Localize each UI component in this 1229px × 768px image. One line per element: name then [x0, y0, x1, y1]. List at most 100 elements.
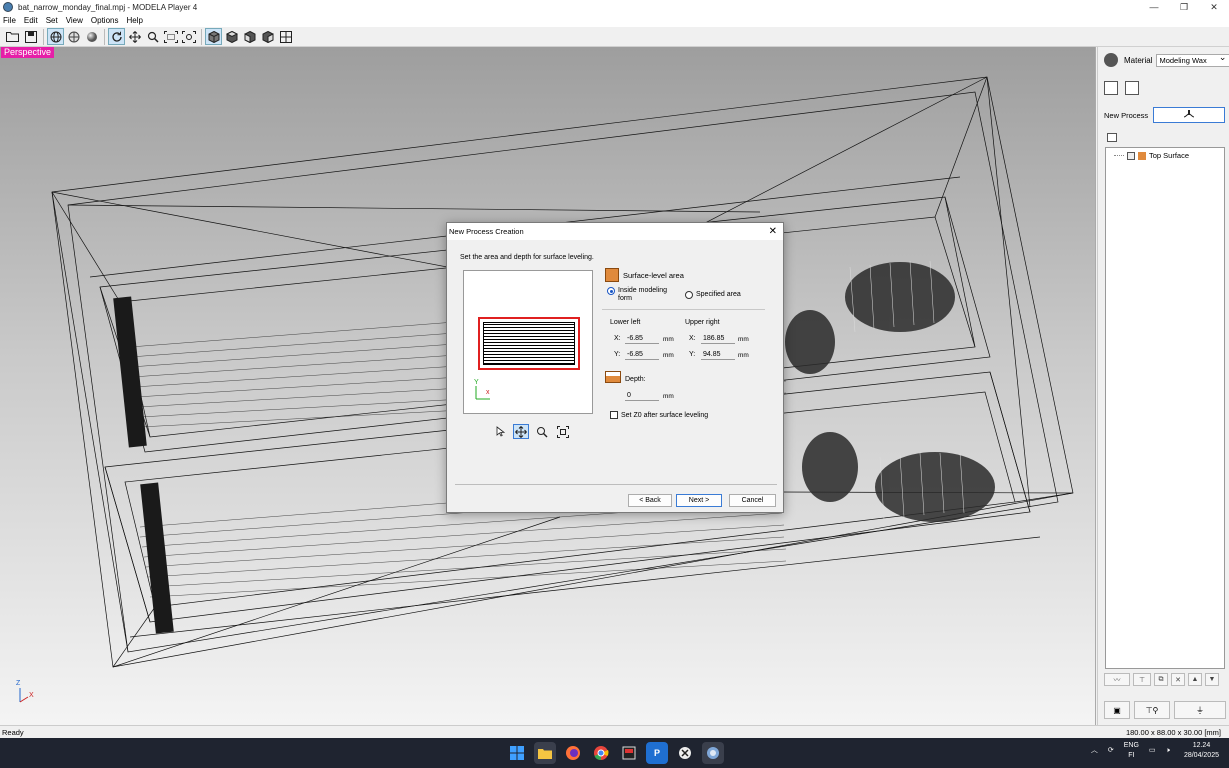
- cut-icon[interactable]: ⏚: [1174, 701, 1226, 719]
- view-iso-cube-icon[interactable]: [205, 28, 222, 45]
- next-button[interactable]: Next >: [676, 494, 722, 507]
- toolbar-separator: [43, 28, 44, 45]
- toolbar: [0, 27, 1229, 47]
- mesh-sphere-icon[interactable]: [65, 28, 82, 45]
- set-z0-option[interactable]: Set Z0 after surface leveling: [610, 411, 708, 419]
- lower-left-y-field[interactable]: -6.85: [625, 349, 659, 360]
- tree-item-label: Top Surface: [1149, 151, 1190, 160]
- menu-set[interactable]: Set: [46, 16, 58, 25]
- option-specified-area[interactable]: Specified area: [685, 291, 741, 299]
- divider: [602, 309, 765, 310]
- view-top-cube-icon[interactable]: [223, 28, 240, 45]
- path-preview-icon[interactable]: 〰: [1104, 673, 1130, 686]
- material-select[interactable]: Modeling Wax: [1156, 52, 1229, 67]
- dialog-close-button[interactable]: ✕: [769, 226, 777, 237]
- maximize-button[interactable]: ❐: [1169, 0, 1199, 14]
- minimize-button[interactable]: —: [1139, 0, 1169, 14]
- show-hidden-icons-icon[interactable]: ︿: [1091, 746, 1098, 756]
- tool-settings-icon[interactable]: ⊤: [1133, 673, 1151, 686]
- back-button[interactable]: < Back: [628, 494, 672, 507]
- app-icon-red[interactable]: [618, 742, 640, 764]
- model-orientation-icon[interactable]: [1125, 81, 1139, 95]
- area-preview[interactable]: Y x: [463, 270, 593, 414]
- close-button[interactable]: ✕: [1199, 0, 1229, 14]
- layer-icon: [1127, 151, 1135, 160]
- language-indicator[interactable]: ENG FI: [1124, 741, 1139, 761]
- sync-icon[interactable]: ⟳: [1108, 746, 1114, 756]
- area-selection-frame[interactable]: [478, 317, 580, 370]
- copy-icon[interactable]: ⧉: [1154, 673, 1168, 686]
- start-icon[interactable]: [506, 742, 528, 764]
- chrome-icon[interactable]: [590, 742, 612, 764]
- preview-cut-icon[interactable]: ▣: [1104, 701, 1130, 719]
- tree-item-top-surface[interactable]: Top Surface: [1114, 151, 1189, 160]
- app-icon-dark[interactable]: [674, 742, 696, 764]
- file-explorer-icon[interactable]: [534, 742, 556, 764]
- move-up-icon[interactable]: ▲: [1188, 673, 1202, 686]
- tree-actions: 〰 ⊤ ⧉ ✕ ▲ ▼: [1104, 673, 1226, 687]
- depth-label: Depth:: [625, 376, 646, 383]
- network-icon[interactable]: ▭: [1149, 746, 1156, 756]
- taskbar: P ︿ ⟳ ENG FI ▭ 🕨 12.24 28/04/2025: [0, 738, 1229, 768]
- firefox-icon[interactable]: [562, 742, 584, 764]
- region-code: FI: [1128, 752, 1135, 759]
- unit-label: mm: [663, 336, 674, 343]
- model-settings-icon[interactable]: [1104, 81, 1118, 95]
- pan-icon[interactable]: [513, 424, 529, 439]
- tree-connector: [1114, 155, 1124, 156]
- zoom-icon[interactable]: [534, 424, 550, 439]
- cancel-button[interactable]: Cancel: [729, 494, 776, 507]
- clock-time: 12.24: [1192, 742, 1211, 749]
- view-grid-icon[interactable]: [277, 28, 294, 45]
- view-front-cube-icon[interactable]: [241, 28, 258, 45]
- new-process-label: New Process: [1104, 111, 1149, 120]
- dialog-divider: [455, 484, 777, 485]
- menu-options[interactable]: Options: [91, 16, 119, 25]
- section-title: Surface-level area: [623, 270, 684, 280]
- tool-inspect-icon[interactable]: ⊤⚲: [1134, 701, 1170, 719]
- save-icon[interactable]: [22, 28, 39, 45]
- move-down-icon[interactable]: ▼: [1205, 673, 1219, 686]
- zoom-region-icon[interactable]: [162, 28, 179, 45]
- radio-specified-area[interactable]: [685, 291, 693, 299]
- volume-icon[interactable]: 🕨: [1166, 746, 1170, 756]
- dialog-title: New Process Creation: [449, 227, 524, 236]
- upper-right-label: Upper right: [685, 319, 720, 326]
- zoom-icon[interactable]: [144, 28, 161, 45]
- axis-z-label: Z: [16, 680, 21, 687]
- menu-file[interactable]: File: [3, 16, 16, 25]
- app-icon-p[interactable]: P: [646, 742, 668, 764]
- process-tree[interactable]: Top Surface: [1105, 147, 1225, 669]
- pan-icon[interactable]: [126, 28, 143, 45]
- material-label: Material: [1124, 55, 1153, 65]
- upper-right-y-field[interactable]: 94.85: [701, 349, 735, 360]
- clock[interactable]: 12.24 28/04/2025: [1184, 741, 1219, 761]
- rotate-icon[interactable]: [108, 28, 125, 45]
- lower-left-x-field[interactable]: -6.85: [625, 333, 659, 344]
- depth-field[interactable]: 0: [625, 390, 659, 401]
- view-side-cube-icon[interactable]: [259, 28, 276, 45]
- wireframe-globe-icon[interactable]: [47, 28, 64, 45]
- set-z0-checkbox[interactable]: [610, 411, 618, 419]
- radio-inside-modeling-form[interactable]: [607, 287, 615, 295]
- option-inside-modeling-form[interactable]: Inside modeling form: [607, 287, 673, 303]
- upper-right-x-field[interactable]: 186.85: [701, 333, 735, 344]
- modela-player-icon[interactable]: [702, 742, 724, 764]
- lower-left-label: Lower left: [610, 319, 641, 326]
- fit-view-icon[interactable]: [555, 424, 571, 439]
- layers-icon[interactable]: [1107, 133, 1117, 142]
- dialog-title-bar: New Process Creation ✕: [447, 223, 783, 240]
- menu-edit[interactable]: Edit: [24, 16, 38, 25]
- axis-x-label: X: [29, 692, 34, 699]
- fit-view-icon[interactable]: [180, 28, 197, 45]
- menu-help[interactable]: Help: [126, 16, 142, 25]
- surface-area-icon: [605, 268, 619, 282]
- perspective-label[interactable]: Perspective: [1, 47, 55, 58]
- new-process-button[interactable]: [1153, 107, 1225, 123]
- delete-icon[interactable]: ✕: [1171, 673, 1185, 686]
- open-folder-icon[interactable]: [4, 28, 21, 45]
- shaded-sphere-icon[interactable]: [83, 28, 100, 45]
- select-arrow-icon[interactable]: [492, 424, 508, 439]
- menu-view[interactable]: View: [66, 16, 83, 25]
- unit-label: mm: [663, 393, 674, 400]
